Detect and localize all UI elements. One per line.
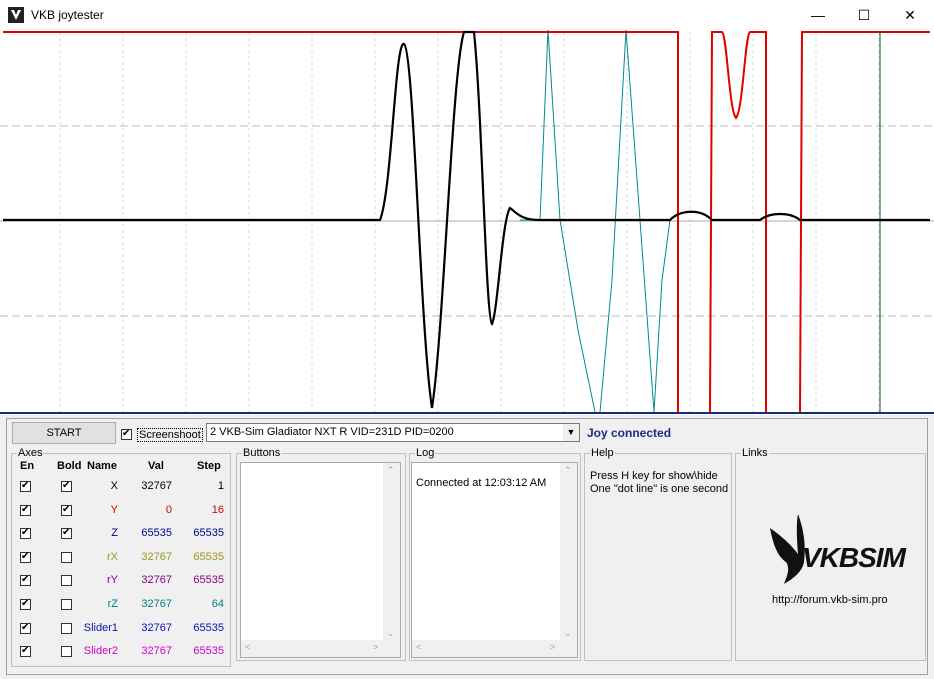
screenshot-checkbox[interactable]	[121, 427, 132, 441]
forum-link[interactable]: http://forum.vkb-sim.pro	[772, 594, 888, 606]
scroll-up-icon[interactable]: ⌃	[387, 465, 395, 476]
axis-bold-checkbox[interactable]	[61, 623, 72, 634]
scroll-up-icon[interactable]: ⌃	[564, 465, 572, 476]
help-text-line-1: Press H key for show\hide	[590, 470, 718, 482]
log-group-label: Log	[415, 447, 436, 459]
axis-value: 32767	[141, 598, 172, 610]
close-icon: ✕	[904, 7, 916, 23]
axis-step: 16	[211, 504, 224, 516]
axis-value: 32767	[141, 480, 172, 492]
axis-name: rY	[107, 574, 118, 586]
axis-step: 65535	[193, 574, 224, 586]
axis-bold-checkbox[interactable]	[61, 599, 72, 610]
header-en: En	[20, 460, 35, 472]
logo-text: VKBSIM	[802, 542, 906, 573]
help-text-line-2: One "dot line" is one second	[590, 483, 729, 495]
log-horizontal-scrollbar[interactable]: < >	[412, 640, 577, 657]
axis-name: X	[110, 480, 118, 492]
title-bar: VKB joytester — ☐ ✕	[0, 0, 934, 30]
axis-name: Y	[110, 504, 118, 516]
header-name: Name	[87, 460, 117, 472]
graph-canvas	[0, 30, 934, 412]
axis-enable-checkbox[interactable]	[20, 503, 31, 517]
device-select[interactable]: 2 VKB-Sim Gladiator NXT R VID=231D PID=0…	[206, 423, 580, 442]
minimize-button[interactable]: —	[795, 0, 841, 30]
maximize-icon: ☐	[857, 7, 871, 23]
axis-name: rZ	[107, 598, 118, 610]
scroll-right-icon[interactable]: >	[373, 642, 378, 652]
window-title: VKB joytester	[31, 8, 104, 22]
connection-status: Joy connected	[587, 426, 672, 440]
axis-enable-checkbox[interactable]	[20, 644, 31, 658]
start-button[interactable]: START	[12, 422, 116, 444]
app-logo-icon	[8, 7, 24, 23]
axis-enable-checkbox[interactable]	[20, 479, 31, 493]
buttons-list[interactable]: ⌃ ⌄ < >	[240, 462, 401, 658]
log-vertical-scrollbar[interactable]: ⌃ ⌄	[560, 463, 577, 641]
maximize-button[interactable]: ☐	[841, 0, 887, 30]
buttons-horizontal-scrollbar[interactable]: < >	[241, 640, 400, 657]
buttons-group-label: Buttons	[242, 447, 282, 459]
axis-bold-checkbox[interactable]	[61, 552, 72, 563]
scroll-down-icon[interactable]: ⌄	[564, 628, 572, 639]
axis-bold-checkbox[interactable]	[61, 526, 72, 540]
axis-enable-checkbox[interactable]	[20, 573, 31, 587]
axis-step: 1	[217, 480, 224, 492]
help-group-label: Help	[590, 447, 615, 459]
axes-group-label: Axes	[17, 447, 44, 459]
axis-enable-checkbox[interactable]	[20, 621, 31, 635]
scroll-left-icon[interactable]: <	[245, 642, 250, 652]
axis-step: 64	[211, 598, 224, 610]
axis-name: rX	[107, 551, 118, 563]
axis-bold-checkbox[interactable]	[61, 479, 72, 493]
axis-name: Slider2	[83, 645, 118, 657]
z-axis-trace	[3, 31, 930, 412]
graph-grid	[0, 32, 934, 412]
axis-name: Z	[111, 527, 118, 539]
axis-step: 65535	[193, 527, 224, 539]
axis-bold-checkbox[interactable]	[61, 503, 72, 517]
axis-graph-plot	[0, 30, 934, 414]
log-list[interactable]: Connected at 12:03:12 AM ⌃ ⌄ < >	[411, 462, 578, 658]
screenshot-label: Screenshoot	[137, 428, 203, 442]
axis-enable-checkbox[interactable]	[20, 550, 31, 564]
axis-step: 65535	[193, 645, 224, 657]
header-bold: Bold	[57, 460, 82, 472]
scroll-down-icon[interactable]: ⌄	[387, 628, 395, 639]
dropdown-arrow-icon[interactable]: ▼	[563, 424, 579, 441]
close-button[interactable]: ✕	[887, 0, 933, 30]
links-group-label: Links	[741, 447, 769, 459]
buttons-vertical-scrollbar[interactable]: ⌃ ⌄	[383, 463, 400, 641]
device-select-value: 2 VKB-Sim Gladiator NXT R VID=231D PID=0…	[210, 426, 454, 438]
axis-value: 0	[165, 504, 172, 516]
axis-name: Slider1	[83, 622, 118, 634]
vkbsim-logo[interactable]: VKBSIM	[768, 512, 906, 586]
axis-step: 65535	[193, 622, 224, 634]
minimize-icon: —	[811, 7, 825, 23]
header-step: Step	[197, 460, 221, 472]
axis-enable-checkbox[interactable]	[20, 526, 31, 540]
axis-enable-checkbox[interactable]	[20, 597, 31, 611]
axis-value: 32767	[141, 622, 172, 634]
axis-bold-checkbox[interactable]	[61, 575, 72, 586]
scroll-right-icon[interactable]: >	[550, 642, 555, 652]
axis-value: 32767	[141, 645, 172, 657]
x-axis-trace	[3, 30, 930, 409]
axis-bold-checkbox[interactable]	[61, 646, 72, 657]
header-val: Val	[148, 460, 164, 472]
axis-value: 65535	[141, 527, 172, 539]
axis-value: 32767	[141, 574, 172, 586]
axis-step: 65535	[193, 551, 224, 563]
log-line: Connected at 12:03:12 AM	[416, 477, 547, 489]
axis-value: 32767	[141, 551, 172, 563]
scroll-left-icon[interactable]: <	[416, 642, 421, 652]
